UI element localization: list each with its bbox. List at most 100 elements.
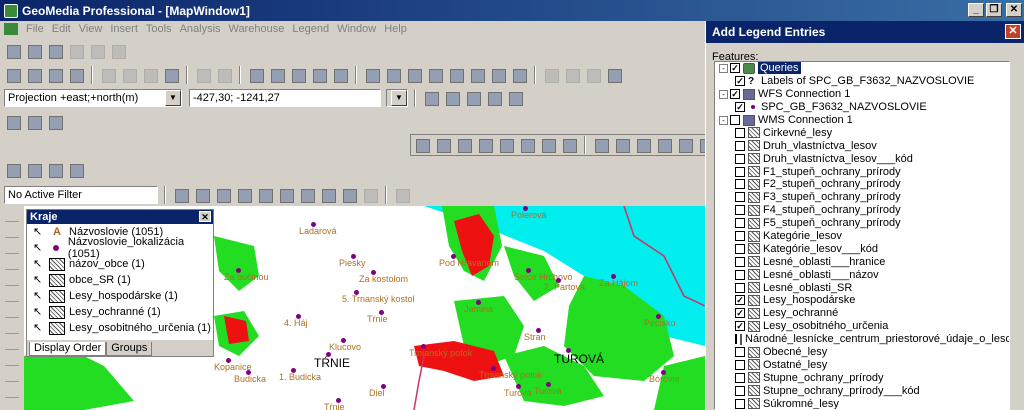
tree-item[interactable]: Lesné_oblasti___názov	[715, 268, 1009, 281]
tool-a-icon[interactable]	[542, 66, 560, 84]
left-tool[interactable]	[5, 276, 19, 286]
legend-entry[interactable]: ↖ Názvoslovie_lokalizácia (1051)	[27, 236, 213, 260]
print-map-icon[interactable]	[67, 66, 85, 84]
checkbox[interactable]	[735, 153, 745, 164]
select-set-icon[interactable]	[25, 113, 43, 131]
paste-icon[interactable]	[141, 66, 159, 84]
tree-item[interactable]: - ✓ Queries	[715, 62, 1009, 75]
insert-icon[interactable]	[422, 89, 440, 107]
features-tree[interactable]: - ✓ Queries ✓? Labels of SPC_GB_F3632_NAZVOS…	[714, 61, 1010, 410]
menu-help[interactable]: Help	[380, 23, 411, 35]
tab-groups[interactable]: Groups	[106, 342, 153, 356]
tree-item[interactable]: Národné_lesnícke_centrum_priestorové_úda…	[715, 333, 1009, 346]
tree-item[interactable]: Stupne_ochrany_prírody	[715, 371, 1009, 384]
left-tool[interactable]	[5, 372, 19, 382]
cut-icon[interactable]	[99, 66, 117, 84]
new-icon[interactable]	[4, 42, 22, 60]
tree-item[interactable]: Kategórie_lesov	[715, 230, 1009, 243]
menu-app-icon[interactable]	[4, 23, 18, 35]
checkbox[interactable]	[735, 359, 745, 370]
tree-item[interactable]: Druh_vlastníctva_lesov	[715, 139, 1009, 152]
undo-icon[interactable]	[194, 66, 212, 84]
new-map-icon[interactable]	[4, 66, 22, 84]
zoom-in-icon[interactable]	[384, 66, 402, 84]
close-icon[interactable]: ✕	[1005, 24, 1021, 39]
checkbox[interactable]: ✓	[735, 102, 745, 113]
layers-icon[interactable]	[247, 66, 265, 84]
filter-k-icon[interactable]	[393, 186, 411, 204]
copy-feature-icon[interactable]	[485, 89, 503, 107]
filter-d-icon[interactable]	[235, 186, 253, 204]
extend-icon[interactable]	[455, 136, 473, 154]
checkbox[interactable]	[735, 269, 745, 280]
checkbox[interactable]	[735, 218, 745, 229]
split-icon[interactable]	[413, 136, 431, 154]
copy-icon[interactable]	[88, 42, 106, 60]
checkbox[interactable]	[735, 166, 745, 177]
filter-f-icon[interactable]	[277, 186, 295, 204]
checkbox[interactable]	[735, 385, 745, 396]
filter-i-icon[interactable]	[340, 186, 358, 204]
checkbox[interactable]: ✓	[730, 89, 740, 100]
analysis-c-icon[interactable]	[46, 161, 64, 179]
left-tool[interactable]	[5, 388, 19, 398]
tree-item[interactable]: Lesné_oblasti_SR	[715, 281, 1009, 294]
left-tool[interactable]	[5, 324, 19, 334]
map-window-icon[interactable]	[363, 66, 381, 84]
expand-icon[interactable]: -	[719, 63, 728, 73]
angle-icon[interactable]	[560, 136, 578, 154]
zoom-area-icon[interactable]	[426, 66, 444, 84]
analysis-b-icon[interactable]	[25, 161, 43, 179]
copy-icon[interactable]	[120, 66, 138, 84]
filter-field[interactable]: No Active Filter	[4, 186, 158, 204]
left-tool[interactable]	[5, 212, 19, 222]
legend-icon[interactable]	[268, 66, 286, 84]
checkbox[interactable]	[735, 372, 745, 383]
insert-vertex-icon[interactable]	[518, 136, 536, 154]
checkbox[interactable]: ✓	[730, 63, 740, 74]
link-icon[interactable]	[331, 66, 349, 84]
print-icon[interactable]	[67, 42, 85, 60]
left-tool[interactable]	[5, 340, 19, 350]
arc-icon[interactable]	[634, 136, 652, 154]
left-tool[interactable]	[5, 292, 19, 302]
tree-item[interactable]: Druh_vlastníctva_lesov___kód	[715, 152, 1009, 165]
tree-item[interactable]: ✓? Labels of SPC_GB_F3632_NAZVOSLOVIE	[715, 75, 1009, 88]
menu-tools[interactable]: Tools	[142, 23, 176, 35]
left-tool[interactable]	[5, 260, 19, 270]
pan-icon[interactable]	[489, 66, 507, 84]
tree-item[interactable]: F4_stupeň_ochrany_prírody	[715, 204, 1009, 217]
expand-icon[interactable]: -	[719, 115, 728, 125]
checkbox[interactable]	[735, 398, 745, 409]
expand-icon[interactable]: -	[719, 89, 728, 99]
tree-item[interactable]: F2_stupeň_ochrany_prírody	[715, 178, 1009, 191]
analysis-a-icon[interactable]	[4, 161, 22, 179]
checkbox[interactable]	[735, 179, 745, 190]
fit-selected-icon[interactable]	[468, 66, 486, 84]
filter-b-icon[interactable]	[193, 186, 211, 204]
checkbox[interactable]	[735, 282, 745, 293]
menu-insert[interactable]: Insert	[106, 23, 142, 35]
feature-icon[interactable]	[443, 89, 461, 107]
legend-window[interactable]: Kraje ✕ ↖ A Názvoslovie (1051) ↖ Názvoslovie…	[26, 209, 214, 357]
checkbox[interactable]	[735, 140, 745, 151]
select-set2-icon[interactable]	[46, 113, 64, 131]
analysis-d-icon[interactable]	[67, 161, 85, 179]
legend-entry[interactable]: ↖ Lesy_osobitného_určenia (1)	[27, 320, 213, 336]
close-icon[interactable]: ✕	[199, 211, 211, 222]
tree-item[interactable]: - ✓ WFS Connection 1	[715, 88, 1009, 101]
tree-item[interactable]: ✓ Lesy_osobitného_určenia	[715, 320, 1009, 333]
redo-icon[interactable]	[215, 66, 233, 84]
menu-analysis[interactable]: Analysis	[176, 23, 225, 35]
checkbox[interactable]: ✓	[735, 308, 745, 319]
coordinate-dropdown-button[interactable]: ▼	[386, 89, 408, 107]
camera-icon[interactable]	[162, 66, 180, 84]
tree-item[interactable]: ✓ Lesy_hospodárske	[715, 294, 1009, 307]
filter-g-icon[interactable]	[298, 186, 316, 204]
close-button[interactable]: ✕	[1006, 3, 1022, 17]
tool-c-icon[interactable]	[584, 66, 602, 84]
menu-legend[interactable]: Legend	[288, 23, 333, 35]
tree-item[interactable]: Ostatné_lesy	[715, 358, 1009, 371]
tab-display-order[interactable]: Display Order	[29, 342, 107, 356]
open-icon[interactable]	[25, 42, 43, 60]
